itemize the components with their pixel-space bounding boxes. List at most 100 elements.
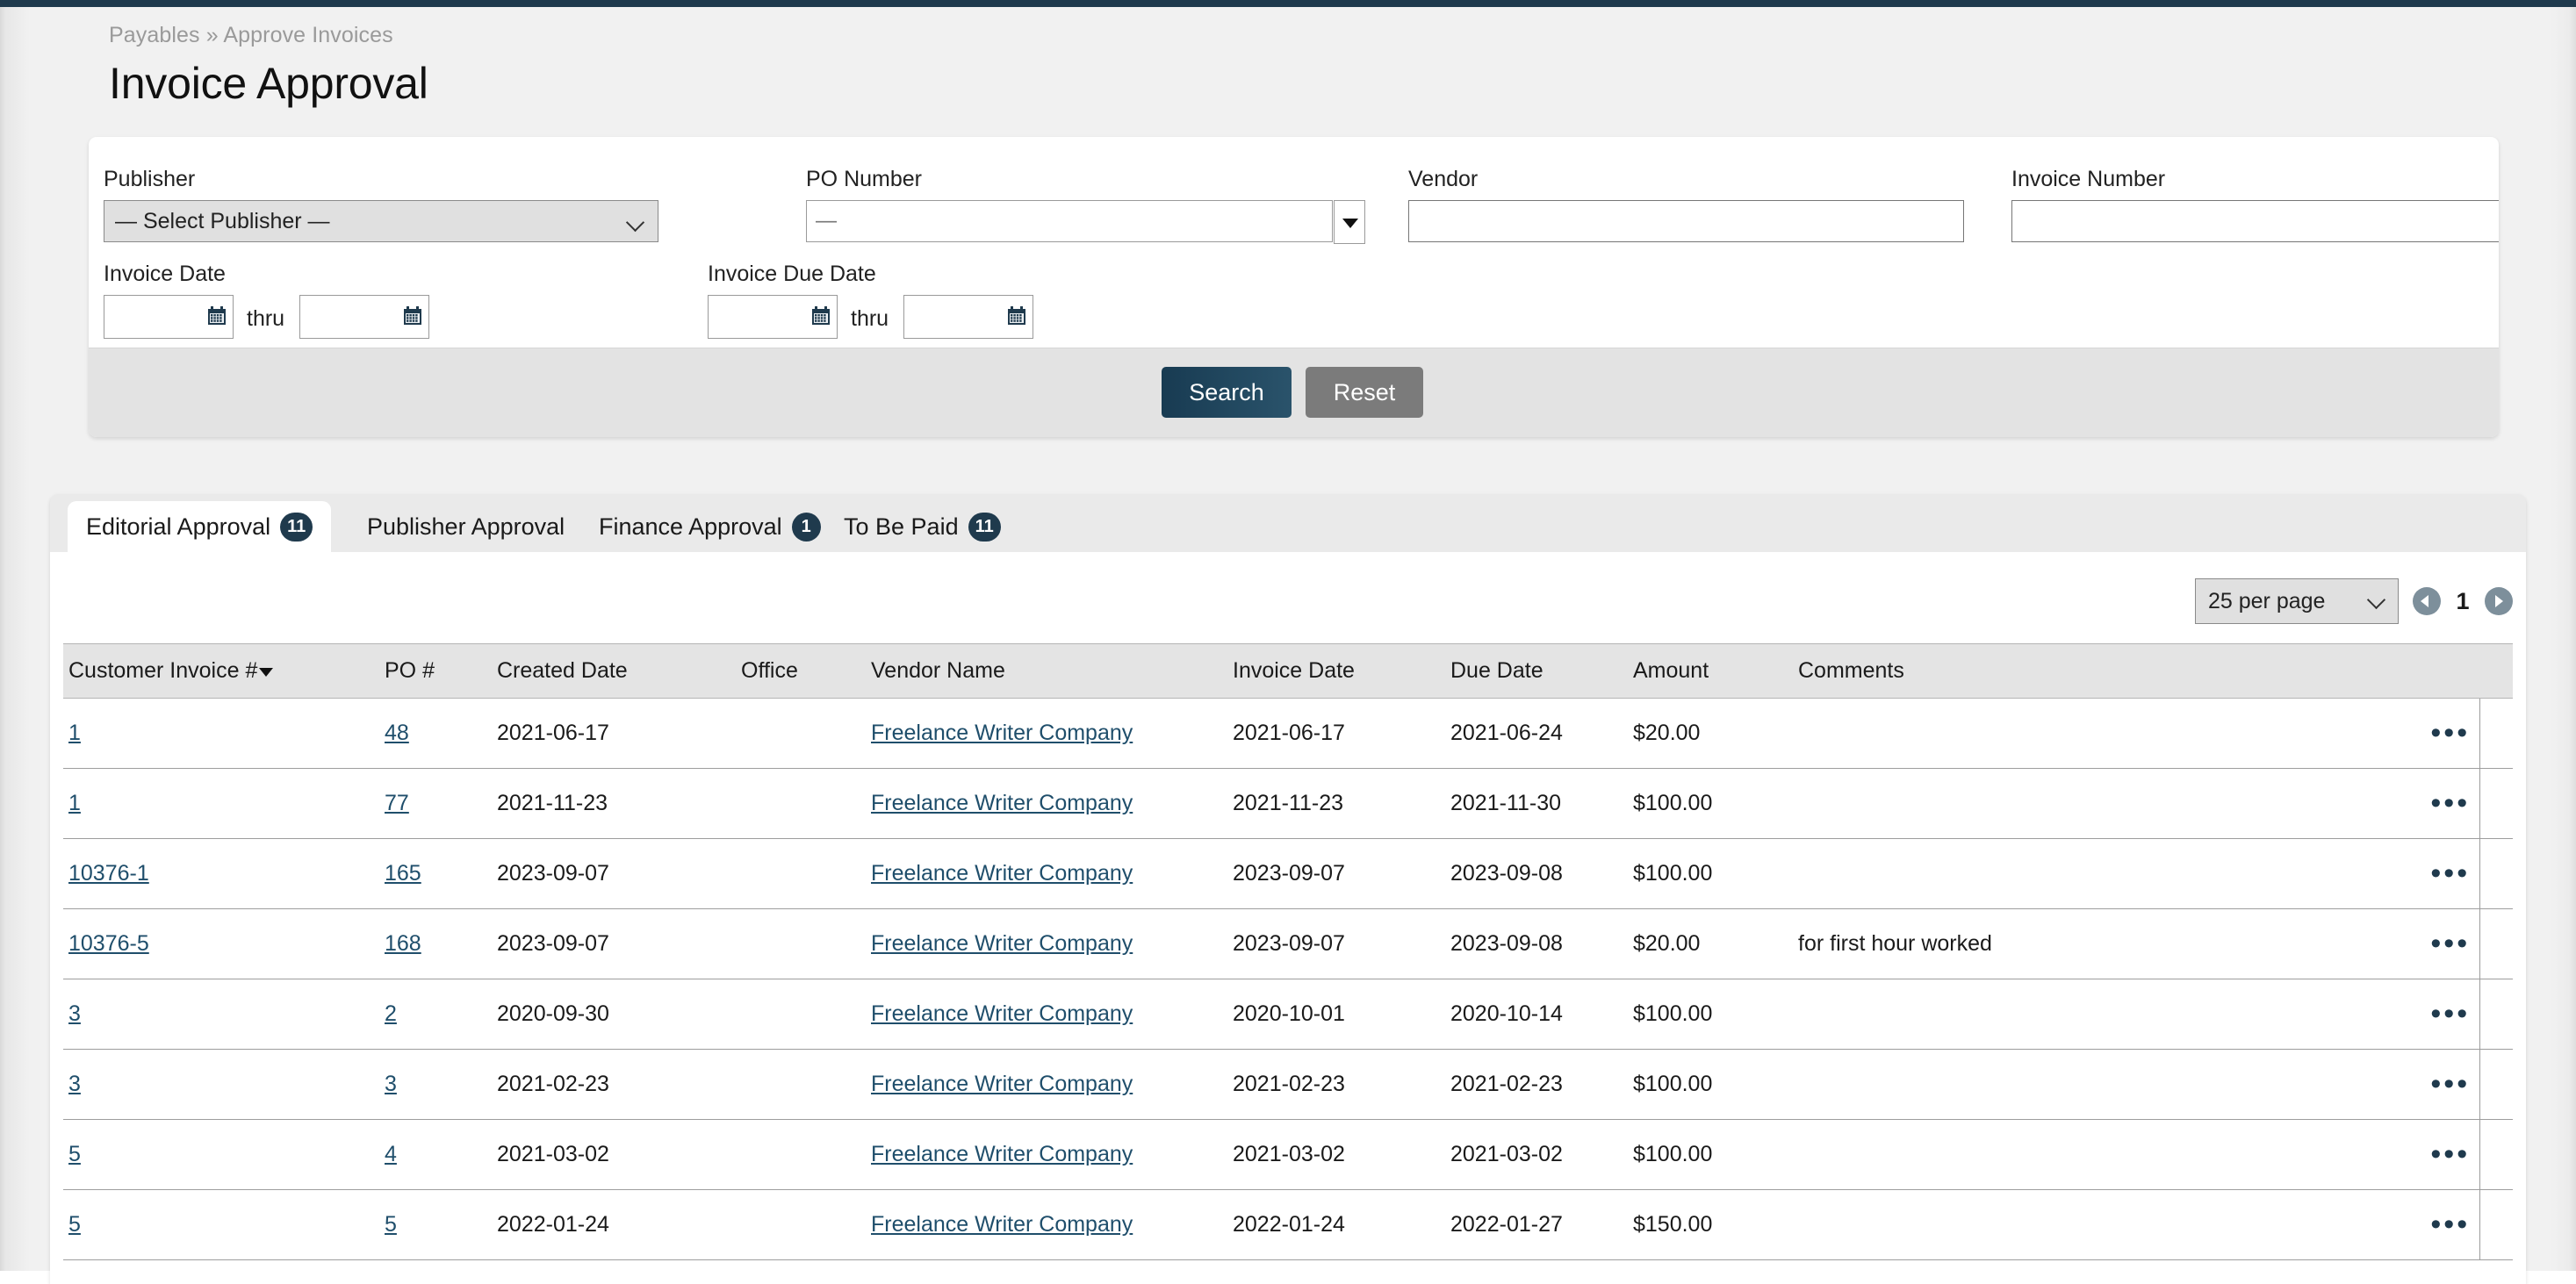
invoice-number-input[interactable] <box>2011 200 2499 242</box>
vendor-name-link[interactable]: Freelance Writer Company <box>871 861 1133 886</box>
po-link[interactable]: 168 <box>385 931 421 956</box>
invoices-table: Customer Invoice # PO # Created Date Off… <box>63 643 2513 1260</box>
row-spacer-cell <box>2479 768 2513 839</box>
po-link[interactable]: 165 <box>385 861 421 886</box>
po-number-dropdown-button[interactable] <box>1334 200 1365 244</box>
next-page-button[interactable] <box>2485 587 2513 615</box>
column-header-invoice-date[interactable]: Invoice Date <box>1227 643 1445 699</box>
publisher-select[interactable]: — Select Publisher — <box>104 200 658 242</box>
top-accent-bar <box>0 0 2576 7</box>
column-header-customer-invoice[interactable]: Customer Invoice # <box>63 643 379 699</box>
row-actions-cell: ••• <box>2416 698 2480 769</box>
column-header-created-date[interactable]: Created Date <box>492 643 736 699</box>
created-date-cell: 2022-01-24 <box>492 1189 736 1260</box>
customer-invoice-link[interactable]: 10376-1 <box>68 861 149 886</box>
row-actions-menu-icon[interactable]: ••• <box>2430 927 2470 960</box>
tab-editorial-approval[interactable]: Editorial Approval 11 <box>68 501 332 552</box>
calendar-icon[interactable] <box>206 305 227 326</box>
amount-cell: $20.00 <box>1628 698 1793 769</box>
comments-cell: for first hour worked <box>1793 908 2416 979</box>
vendor-input[interactable] <box>1408 200 1964 242</box>
created-date-cell: 2021-06-17 <box>492 698 736 769</box>
tab-label: Publisher Approval <box>367 513 565 540</box>
customer-invoice-link[interactable]: 5 <box>68 1142 81 1166</box>
invoice-date-cell: 2021-02-23 <box>1227 1049 1445 1120</box>
po-link[interactable]: 48 <box>385 721 409 745</box>
vendor-name-cell: Freelance Writer Company <box>866 1049 1227 1120</box>
tab-finance-approval[interactable]: Finance Approval 1 <box>580 501 839 552</box>
table-header-row: Customer Invoice # PO # Created Date Off… <box>63 643 2513 699</box>
breadcrumb[interactable]: Payables » Approve Invoices <box>109 23 393 48</box>
created-date-cell: 2023-09-07 <box>492 838 736 909</box>
vendor-name-cell: Freelance Writer Company <box>866 1119 1227 1190</box>
vendor-name-link[interactable]: Freelance Writer Company <box>871 791 1133 815</box>
row-actions-cell: ••• <box>2416 1119 2480 1190</box>
po-link[interactable]: 3 <box>385 1072 397 1096</box>
column-header-due-date[interactable]: Due Date <box>1445 643 1628 699</box>
row-actions-menu-icon[interactable]: ••• <box>2430 716 2470 750</box>
po-link[interactable]: 4 <box>385 1142 397 1166</box>
row-actions-menu-icon[interactable]: ••• <box>2430 786 2470 820</box>
amount-cell: $150.00 <box>1628 1189 1793 1260</box>
customer-invoice-link[interactable]: 10376-5 <box>68 931 149 956</box>
column-header-amount[interactable]: Amount <box>1628 643 1793 699</box>
tab-publisher-approval[interactable]: Publisher Approval <box>349 501 583 552</box>
search-button[interactable]: Search <box>1162 367 1292 418</box>
column-header-office[interactable]: Office <box>736 643 866 699</box>
column-header-actions <box>2416 643 2479 699</box>
calendar-icon[interactable] <box>1006 305 1027 326</box>
column-header-po[interactable]: PO # <box>379 643 492 699</box>
tab-badge: 11 <box>280 512 313 542</box>
due-date-cell: 2022-01-27 <box>1445 1189 1628 1260</box>
chevron-left-icon <box>2421 595 2428 607</box>
vendor-name-link[interactable]: Freelance Writer Company <box>871 1001 1133 1026</box>
customer-invoice-link[interactable]: 5 <box>68 1212 81 1237</box>
publisher-label: Publisher <box>104 167 196 191</box>
vendor-name-link[interactable]: Freelance Writer Company <box>871 931 1133 956</box>
office-cell <box>736 1119 866 1190</box>
calendar-icon[interactable] <box>810 305 831 326</box>
reset-button[interactable]: Reset <box>1306 367 1423 418</box>
row-actions-menu-icon[interactable]: ••• <box>2430 1208 2470 1241</box>
column-header-comments[interactable]: Comments <box>1793 643 2416 699</box>
row-actions-menu-icon[interactable]: ••• <box>2430 857 2470 890</box>
po-link[interactable]: 5 <box>385 1212 397 1237</box>
po-cell: 168 <box>379 908 492 979</box>
calendar-icon[interactable] <box>402 305 423 326</box>
vendor-name-link[interactable]: Freelance Writer Company <box>871 721 1133 745</box>
office-cell <box>736 1189 866 1260</box>
customer-invoice-link[interactable]: 3 <box>68 1001 81 1026</box>
due-date-cell: 2021-06-24 <box>1445 698 1628 769</box>
tab-to-be-paid[interactable]: To Be Paid 11 <box>825 501 1019 552</box>
column-header-vendor-name[interactable]: Vendor Name <box>866 643 1227 699</box>
row-actions-cell: ••• <box>2416 1049 2480 1120</box>
customer-invoice-link[interactable]: 1 <box>68 721 81 745</box>
po-link[interactable]: 2 <box>385 1001 397 1026</box>
created-date-cell: 2021-03-02 <box>492 1119 736 1190</box>
tab-badge: 1 <box>791 512 821 542</box>
po-number-input[interactable] <box>806 200 1333 242</box>
customer-invoice-link[interactable]: 3 <box>68 1072 81 1096</box>
vendor-name-link[interactable]: Freelance Writer Company <box>871 1072 1133 1096</box>
customer-invoice-cell: 10376-5 <box>63 908 379 979</box>
vendor-name-link[interactable]: Freelance Writer Company <box>871 1212 1133 1237</box>
page-left-edge <box>0 7 42 1271</box>
row-actions-menu-icon[interactable]: ••• <box>2430 1067 2470 1101</box>
previous-page-button[interactable] <box>2413 587 2441 615</box>
per-page-select[interactable]: 25 per page <box>2195 578 2399 624</box>
amount-cell: $100.00 <box>1628 1049 1793 1120</box>
invoice-date-thru-label: thru <box>247 306 285 331</box>
po-cell: 165 <box>379 838 492 909</box>
po-link[interactable]: 77 <box>385 791 409 815</box>
row-actions-menu-icon[interactable]: ••• <box>2430 1137 2470 1171</box>
customer-invoice-cell: 1 <box>63 698 379 769</box>
row-actions-menu-icon[interactable]: ••• <box>2430 997 2470 1030</box>
table-body: 1 48 2021-06-17 Freelance Writer Company 202… <box>63 698 2513 1260</box>
table-row: 3 2 2020-09-30 Freelance Writer Company 2020… <box>63 979 2513 1050</box>
vendor-name-link[interactable]: Freelance Writer Company <box>871 1142 1133 1166</box>
column-label: Customer Invoice # <box>68 658 258 683</box>
customer-invoice-link[interactable]: 1 <box>68 791 81 815</box>
created-date-cell: 2021-11-23 <box>492 768 736 839</box>
invoice-due-date-label: Invoice Due Date <box>708 262 876 286</box>
po-cell: 48 <box>379 698 492 769</box>
